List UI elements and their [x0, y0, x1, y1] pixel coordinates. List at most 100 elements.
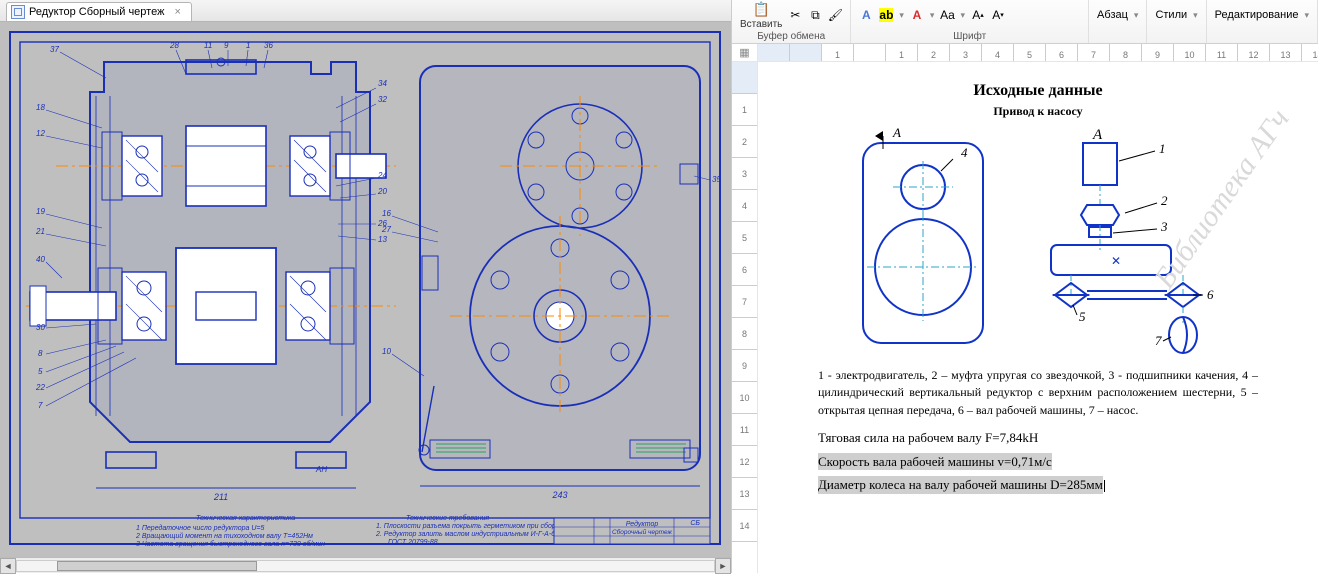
font-color-icon[interactable]: A: [910, 8, 924, 22]
ribbon-group-clipboard: 📋 Вставить ✂ ⧉ 🖌 Буфер обмена: [732, 0, 851, 43]
svg-text:2 Вращающий момент на тихоходн: 2 Вращающий момент на тихоходном валу T=…: [135, 532, 313, 540]
schematic-figure: А 4 A: [818, 127, 1258, 357]
copy-icon[interactable]: ⧉: [808, 8, 822, 22]
svg-text:21: 21: [35, 227, 45, 236]
cad-hscrollbar[interactable]: ◄ ►: [0, 557, 731, 573]
svg-text:А: А: [892, 125, 901, 140]
ribbon-group-paragraph: Абзац ▾: [1089, 0, 1147, 43]
dropdown-icon[interactable]: ▾: [960, 10, 965, 21]
dropdown-icon[interactable]: ▾: [930, 10, 935, 21]
svg-text:9: 9: [224, 41, 229, 50]
param-force: Тяговая сила на рабочем валу F=7,84kH: [818, 429, 1258, 447]
svg-text:3 Частота вращения быстроходно: 3 Частота вращения быстроходного вала n=…: [136, 540, 325, 548]
dropdown-icon[interactable]: ▾: [899, 10, 904, 21]
svg-text:243: 243: [551, 490, 567, 500]
doc-subtitle: Привод к насосу: [818, 104, 1258, 119]
scroll-right-icon[interactable]: ►: [715, 558, 731, 574]
schematic-right-svg: A ✕: [1033, 127, 1223, 357]
editing-label-top[interactable]: Редактирование: [1215, 9, 1299, 21]
svg-text:6: 6: [1207, 287, 1214, 302]
svg-text:✕: ✕: [1111, 254, 1121, 268]
grow-font-icon[interactable]: A▴: [971, 8, 985, 22]
svg-text:A: A: [1092, 127, 1103, 143]
svg-text:19: 19: [36, 207, 45, 216]
paste-label: Вставить: [740, 19, 782, 30]
svg-text:10: 10: [382, 347, 391, 356]
param-diameter: Диаметр колеса на валу рабочей машины D=…: [818, 476, 1103, 494]
svg-text:АН: АН: [315, 465, 327, 474]
svg-text:1: 1: [246, 41, 250, 50]
svg-text:Техническая характеристика: Техническая характеристика: [196, 515, 295, 522]
svg-text:1 Передаточное число редуктора: 1 Передаточное число редуктора U=5: [136, 524, 265, 532]
svg-text:34: 34: [378, 79, 387, 88]
ruler-row: ▦ 11234567891011121314151617: [732, 44, 1318, 62]
ribbon-group-font: A ab ▾ A ▾ Aa ▾ A▴ A▾ Шрифт: [851, 0, 1089, 43]
styles-label-top[interactable]: Стили: [1155, 9, 1187, 21]
svg-text:24: 24: [377, 171, 387, 180]
scroll-track[interactable]: [16, 560, 715, 572]
svg-text:13: 13: [378, 235, 387, 244]
svg-text:18: 18: [36, 103, 45, 112]
word-editor-pane: 📋 Вставить ✂ ⧉ 🖌 Буфер обмена A ab ▾ A ▾…: [731, 0, 1318, 573]
cad-drawing-sheet: 211 АН 37 28 11 9 1 36 18 12 19 21 40 30: [6, 28, 724, 548]
svg-text:5: 5: [1079, 309, 1086, 324]
svg-text:8: 8: [38, 349, 43, 358]
cad-drawing-area[interactable]: 211 АН 37 28 11 9 1 36 18 12 19 21 40 30: [0, 22, 731, 557]
svg-text:11: 11: [204, 41, 212, 50]
scroll-thumb[interactable]: [57, 561, 257, 571]
svg-text:4: 4: [961, 145, 968, 160]
svg-text:Редуктор: Редуктор: [626, 520, 659, 528]
svg-text:16: 16: [382, 209, 391, 218]
change-case-icon[interactable]: Aa: [940, 8, 954, 22]
svg-text:36: 36: [264, 41, 273, 50]
paste-button[interactable]: 📋 Вставить: [740, 0, 782, 30]
svg-text:СБ: СБ: [690, 520, 700, 527]
svg-text:27: 27: [381, 225, 391, 234]
svg-text:20: 20: [377, 187, 387, 196]
font-style-icon[interactable]: A: [859, 8, 873, 22]
cad-viewer-pane: Редуктор Сборный чертеж ×: [0, 0, 731, 573]
svg-text:37: 37: [50, 45, 59, 54]
svg-text:Сборочный чертеж: Сборочный чертеж: [612, 528, 673, 536]
svg-text:7: 7: [1155, 333, 1162, 348]
ribbon-label-font: Шрифт: [859, 31, 1080, 42]
cad-document-tab[interactable]: Редуктор Сборный чертеж ×: [6, 2, 192, 21]
svg-text:211: 211: [213, 492, 228, 502]
paragraph-label-top[interactable]: Абзац: [1097, 9, 1128, 21]
svg-text:28: 28: [169, 41, 179, 50]
cut-icon[interactable]: ✂: [788, 8, 802, 22]
param-speed: Скорость вала рабочей машины v=0,71м/с: [818, 453, 1052, 471]
dropdown-icon[interactable]: ▾: [1134, 10, 1139, 21]
svg-text:30: 30: [36, 323, 45, 332]
svg-text:2: 2: [1161, 193, 1168, 208]
document-page[interactable]: Библиотека АГч Исходные данные Привод к …: [758, 62, 1318, 573]
shrink-font-icon[interactable]: A▾: [991, 8, 1005, 22]
svg-text:22: 22: [35, 383, 45, 392]
svg-text:12: 12: [36, 129, 45, 138]
legend-text: 1 - электродвигатель, 2 – муфта упругая …: [818, 367, 1258, 419]
horizontal-ruler[interactable]: 11234567891011121314151617: [758, 44, 1318, 61]
svg-text:3: 3: [1160, 219, 1168, 234]
ribbon-group-styles: Стили ▾: [1147, 0, 1206, 43]
schematic-left-svg: А 4: [853, 127, 1003, 357]
svg-text:35: 35: [712, 175, 721, 184]
svg-text:2. Редуктор залить маслом инду: 2. Редуктор залить маслом индустриальным…: [375, 530, 559, 538]
svg-text:32: 32: [378, 95, 387, 104]
svg-text:1. Плоскости разъема покрыть г: 1. Плоскости разъема покрыть герметиком …: [376, 522, 563, 530]
highlight-icon[interactable]: ab: [879, 8, 893, 22]
svg-text:7: 7: [38, 401, 43, 410]
document-viewport: 1234567891011121314 Библиотека АГч Исход…: [732, 62, 1318, 573]
text-cursor: [1104, 480, 1105, 492]
ribbon-label-clipboard: Буфер обмена: [740, 31, 842, 42]
svg-text:ГОСТ 20799-88: ГОСТ 20799-88: [388, 539, 438, 546]
svg-text:5: 5: [38, 367, 43, 376]
ruler-corner-icon[interactable]: ▦: [732, 44, 758, 61]
dropdown-icon[interactable]: ▾: [1304, 10, 1309, 21]
dropdown-icon[interactable]: ▾: [1193, 10, 1198, 21]
scroll-left-icon[interactable]: ◄: [0, 558, 16, 574]
format-painter-icon[interactable]: 🖌: [828, 8, 842, 22]
vertical-ruler[interactable]: 1234567891011121314: [732, 62, 758, 573]
tab-close-icon[interactable]: ×: [174, 6, 180, 18]
doc-title: Исходные данные: [818, 82, 1258, 100]
assembly-drawing-svg: 211 АН 37 28 11 9 1 36 18 12 19 21 40 30: [6, 28, 724, 548]
